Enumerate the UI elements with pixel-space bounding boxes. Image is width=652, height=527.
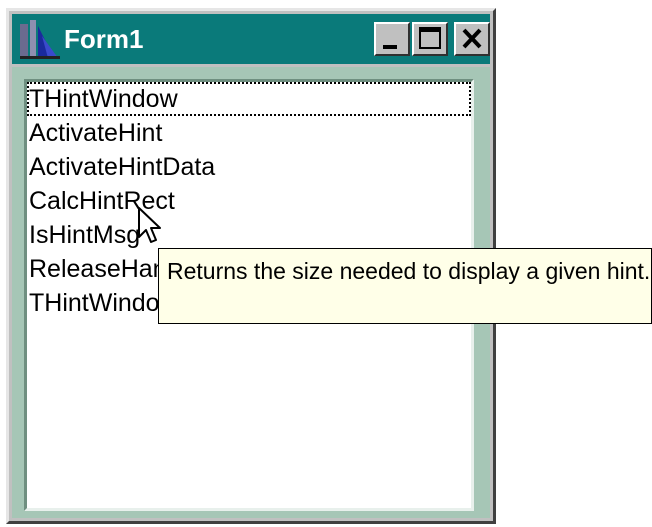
close-icon (462, 28, 482, 49)
minimize-icon (383, 45, 397, 49)
delphi-app-icon[interactable] (18, 18, 62, 60)
list-item[interactable]: THintWindow (27, 82, 471, 116)
hint-tooltip: Returns the size needed to display a giv… (158, 248, 652, 324)
list-item[interactable]: CalcHintRect (27, 184, 471, 218)
list-item[interactable]: ActivateHint (27, 116, 471, 150)
close-button[interactable] (454, 22, 490, 56)
mouse-pointer-icon (138, 207, 161, 243)
list-item[interactable]: IsHintMsg (27, 218, 471, 252)
maximize-icon (419, 27, 441, 49)
maximize-button[interactable] (412, 22, 448, 56)
minimize-button[interactable] (374, 22, 410, 56)
list-item[interactable]: ActivateHintData (27, 150, 471, 184)
title-bar[interactable]: Form1 (12, 14, 490, 64)
window-title: Form1 (64, 24, 144, 54)
